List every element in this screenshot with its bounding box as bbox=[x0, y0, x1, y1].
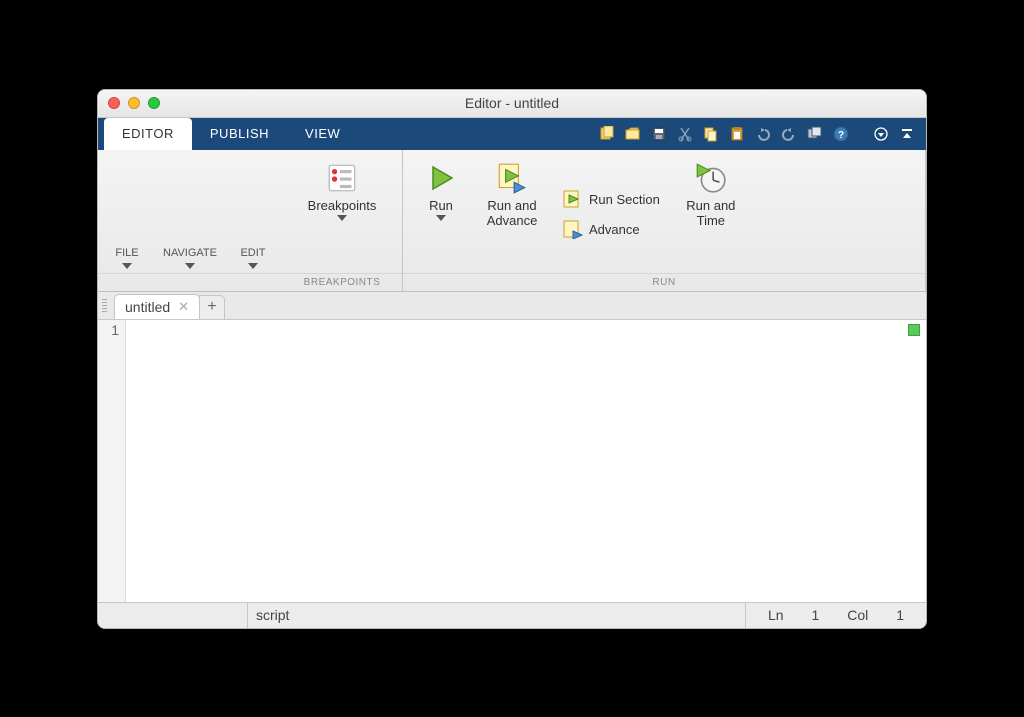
add-tab-button[interactable]: + bbox=[199, 295, 225, 319]
window-controls bbox=[108, 97, 160, 109]
run-section-group: Run Section Advance bbox=[553, 189, 670, 239]
advance-button[interactable]: Advance bbox=[563, 219, 660, 239]
dropdown-toggle-icon[interactable] bbox=[870, 123, 892, 145]
help-icon[interactable]: ? bbox=[830, 123, 852, 145]
paste-icon[interactable] bbox=[726, 123, 748, 145]
undo-icon[interactable] bbox=[752, 123, 774, 145]
open-icon[interactable] bbox=[622, 123, 644, 145]
group-label-run: RUN bbox=[403, 273, 925, 291]
advance-label: Advance bbox=[589, 222, 640, 237]
code-status-indicator-icon bbox=[908, 324, 920, 336]
line-number: 1 bbox=[98, 322, 119, 338]
caret-icon bbox=[122, 263, 132, 269]
ribbon-group-run: Run Run and Advance Run Section bbox=[403, 150, 926, 291]
status-file-type: script bbox=[248, 603, 746, 628]
toolstrip: EDITOR PUBLISH VIEW bbox=[98, 118, 926, 150]
edit-label: EDIT bbox=[240, 247, 265, 259]
editor-area: 1 bbox=[98, 320, 926, 602]
close-window-button[interactable] bbox=[108, 97, 120, 109]
breakpoints-button[interactable]: Breakpoints bbox=[290, 156, 394, 273]
titlebar: Editor - untitled bbox=[98, 90, 926, 118]
new-file-icon[interactable] bbox=[596, 123, 618, 145]
col-label: Col bbox=[847, 607, 868, 623]
ribbon-group-breakpoints: Breakpoints BREAKPOINTS bbox=[282, 150, 403, 291]
run-section-button[interactable]: Run Section bbox=[563, 189, 660, 209]
code-area[interactable] bbox=[126, 320, 926, 602]
run-icon bbox=[423, 160, 459, 196]
minimize-ribbon-icon[interactable] bbox=[896, 123, 918, 145]
ln-label: Ln bbox=[768, 607, 784, 623]
svg-text:?: ? bbox=[838, 130, 844, 141]
save-icon[interactable] bbox=[648, 123, 670, 145]
status-bar: script Ln 1 Col 1 bbox=[98, 602, 926, 628]
file-tab-label: untitled bbox=[125, 299, 170, 315]
line-gutter: 1 bbox=[98, 320, 126, 602]
drag-handle-icon[interactable] bbox=[98, 292, 110, 319]
redo-icon[interactable] bbox=[778, 123, 800, 145]
editor-window: Editor - untitled EDITOR PUBLISH VIEW bbox=[97, 89, 927, 629]
file-label: FILE bbox=[115, 247, 138, 259]
breakpoints-icon bbox=[324, 160, 360, 196]
file-menu[interactable]: FILE bbox=[106, 156, 148, 273]
breakpoints-label: Breakpoints bbox=[308, 198, 377, 214]
toolstrip-tabs: EDITOR PUBLISH VIEW bbox=[104, 118, 358, 150]
group-label-blank bbox=[98, 273, 282, 291]
caret-icon bbox=[436, 215, 446, 221]
file-tab-bar: untitled ✕ + bbox=[98, 292, 926, 320]
file-tab-untitled[interactable]: untitled ✕ bbox=[114, 294, 200, 319]
copy-icon[interactable] bbox=[700, 123, 722, 145]
run-and-advance-button[interactable]: Run and Advance bbox=[473, 156, 551, 273]
run-and-advance-icon bbox=[494, 160, 530, 196]
maximize-window-button[interactable] bbox=[148, 97, 160, 109]
window-title: Editor - untitled bbox=[98, 95, 926, 111]
windows-icon[interactable] bbox=[804, 123, 826, 145]
run-and-time-label: Run and Time bbox=[672, 198, 750, 229]
advance-icon bbox=[563, 219, 583, 239]
run-button[interactable]: Run bbox=[411, 156, 471, 273]
run-label: Run bbox=[429, 198, 453, 214]
ribbon: FILE NAVIGATE EDIT bbox=[98, 150, 926, 292]
caret-icon bbox=[248, 263, 258, 269]
ribbon-group-file: FILE NAVIGATE EDIT bbox=[98, 150, 282, 291]
navigate-label: NAVIGATE bbox=[163, 247, 217, 259]
run-section-label: Run Section bbox=[589, 192, 660, 207]
status-cursor-position: Ln 1 Col 1 bbox=[746, 603, 926, 628]
run-and-time-button[interactable]: Run and Time bbox=[672, 156, 750, 273]
run-and-advance-label: Run and Advance bbox=[473, 198, 551, 229]
status-spacer bbox=[98, 603, 248, 628]
tab-editor[interactable]: EDITOR bbox=[104, 118, 192, 150]
minimize-window-button[interactable] bbox=[128, 97, 140, 109]
run-and-time-icon bbox=[693, 160, 729, 196]
col-value: 1 bbox=[896, 607, 904, 623]
caret-icon bbox=[185, 263, 195, 269]
edit-menu[interactable]: EDIT bbox=[232, 156, 274, 273]
group-label-breakpoints: BREAKPOINTS bbox=[282, 273, 402, 291]
ln-value: 1 bbox=[812, 607, 820, 623]
navigate-menu[interactable]: NAVIGATE bbox=[154, 156, 226, 273]
tab-view[interactable]: VIEW bbox=[287, 118, 358, 150]
caret-icon bbox=[337, 215, 347, 221]
tab-publish[interactable]: PUBLISH bbox=[192, 118, 287, 150]
close-tab-icon[interactable]: ✕ bbox=[178, 299, 189, 315]
run-section-icon bbox=[563, 189, 583, 209]
cut-icon[interactable] bbox=[674, 123, 696, 145]
quick-access-toolbar: ? bbox=[596, 118, 926, 150]
